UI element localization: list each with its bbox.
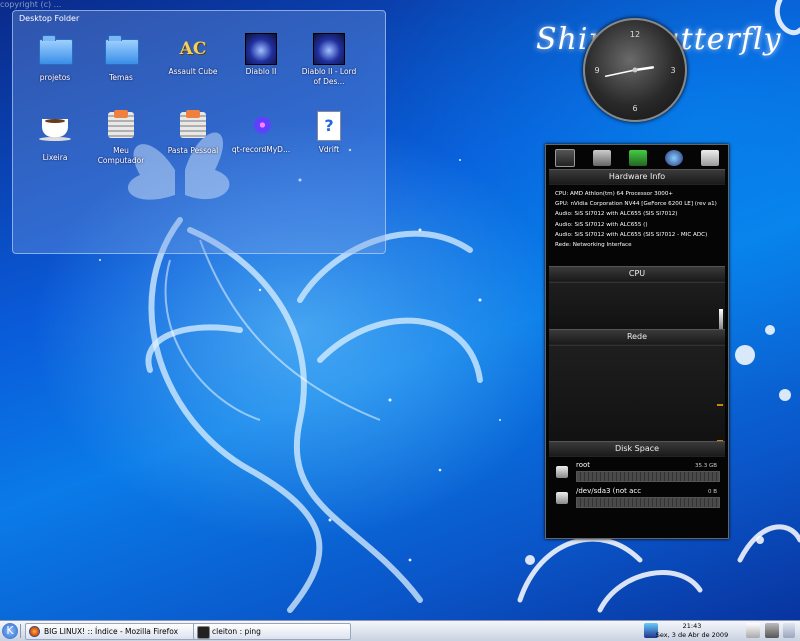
disk-row-sda3[interactable]: /dev/sda3 (not acc 0 B: [549, 485, 725, 511]
hardware-line: GPU: nVidia Corporation NV44 [GeForce 62…: [555, 201, 717, 208]
desktop-icon-meu-computador[interactable]: Meu Computador: [89, 109, 153, 166]
hardware-info-list: CPU: AMD Athlon(tm) 64 Processor 3000+ G…: [549, 185, 725, 254]
disk-icon[interactable]: [701, 150, 719, 166]
task-label: BIG LINUX! :: Índice - Mozilla Firefox: [44, 627, 179, 636]
taskbar-clock[interactable]: 21:43 Sex, 3 de Abr de 2009: [643, 622, 741, 640]
globe-icon[interactable]: [665, 150, 683, 166]
device-tray-icon[interactable]: [765, 623, 779, 638]
taskbar-task-firefox[interactable]: BIG LINUX! :: Índice - Mozilla Firefox: [25, 623, 209, 640]
desktop-icon-label: Temas: [109, 73, 133, 82]
diablo-icon: [245, 33, 277, 65]
qt-record-icon: [247, 111, 275, 139]
terminal-icon: [197, 626, 210, 639]
clock-time: 21:43: [682, 622, 702, 630]
kmenu-button[interactable]: K: [2, 623, 18, 639]
clock-numeral-3: 3: [670, 66, 675, 75]
diablo-icon: [313, 33, 345, 65]
desktop-icon-lixeira[interactable]: Lixeira: [23, 109, 87, 163]
folder-icon: [105, 35, 139, 65]
disk-name: root: [576, 461, 591, 469]
clock-face: 12 3 6 9: [594, 30, 675, 113]
hardware-line: Audio: SiS SI7012 with ALC655 (SIS SI701…: [555, 231, 708, 238]
disk-size: 35.3 GB: [694, 463, 717, 469]
desktop-icon-label: projetos: [39, 73, 71, 82]
desktop-icon-assault-cube[interactable]: AC Assault Cube: [161, 33, 225, 77]
hardware-line: Rede: Networking Interface: [555, 242, 632, 249]
folder-icon: [39, 35, 73, 65]
disk-space-header: Disk Space: [549, 441, 725, 457]
wallpaper-watermark: copyright (c) ...: [0, 0, 62, 9]
hardware-line: Audio: SiS SI7012 with ALC655 (): [555, 221, 648, 228]
desktop-icon-pasta-pessoal[interactable]: Pasta Pessoal: [161, 109, 225, 156]
desktop-icon-label: Lixeira: [42, 153, 68, 162]
firefox-icon: [29, 626, 40, 637]
trash-cup-icon: [39, 119, 71, 141]
clock-date: Sex, 3 de Abr de 2009: [655, 631, 729, 639]
disk-row-root[interactable]: root 35.3 GB: [549, 459, 725, 485]
show-desktop-icon[interactable]: [783, 623, 795, 638]
desktop-icon-label: Diablo II - Lord of Des...: [301, 67, 357, 86]
clock-hour-hand: [633, 66, 655, 72]
desktop-folder[interactable]: Desktop Folder projetos Temas AC Assault…: [12, 10, 386, 254]
desktop-icon-label: Meu Computador: [97, 146, 145, 165]
desktop-icon-qt-record[interactable]: qt-recordMyD...: [229, 109, 293, 155]
network-icon[interactable]: [629, 150, 647, 166]
cpu-icon[interactable]: [555, 149, 575, 167]
drive-icon: [556, 466, 568, 478]
taskbar-divider: [20, 624, 21, 638]
memory-icon[interactable]: [593, 150, 611, 166]
clock-numeral-12: 12: [630, 30, 640, 39]
disk-usage-bar: [576, 497, 720, 508]
home-folder-icon: [180, 110, 206, 138]
desktop-icon-label: Vdrift: [318, 145, 340, 154]
desktop-icon-temas[interactable]: Temas: [89, 33, 153, 83]
hardware-line: Audio: SiS SI7012 with ALC655 (SIS SI701…: [555, 211, 678, 218]
document-icon: ?: [317, 111, 341, 141]
clock-numeral-6: 6: [632, 104, 637, 113]
hardware-info-section: Hardware Info CPU: AMD Athlon(tm) 64 Pro…: [549, 169, 725, 254]
disk-name: /dev/sda3 (not acc: [576, 487, 642, 495]
cpu-graph: [549, 282, 725, 331]
disk-usage-bar: [576, 471, 720, 482]
cpu-header: CPU: [549, 266, 725, 282]
clock-minute-hand: [604, 69, 636, 77]
network-header: Rede: [549, 329, 725, 345]
network-graph-marker: [717, 404, 723, 406]
desktop-icon-label: Pasta Pessoal: [167, 146, 219, 155]
network-graph: [549, 345, 725, 444]
monitor-toolbar: [546, 145, 728, 171]
taskbar: K BIG LINUX! :: Índice - Mozilla Firefox…: [0, 620, 800, 641]
hardware-info-header: Hardware Info: [549, 169, 725, 185]
desktop-icon-diablo-ii[interactable]: Diablo II: [229, 33, 293, 77]
clock-center: [632, 67, 638, 73]
disk-size: 0 B: [707, 489, 717, 495]
cpu-graph-bar: [719, 309, 723, 329]
task-label: cleiton : ping: [212, 627, 261, 636]
desktop-icon-projetos[interactable]: projetos: [23, 33, 87, 83]
taskbar-task-terminal[interactable]: cleiton : ping: [193, 623, 351, 640]
desktop-icon-label: Diablo II: [245, 67, 277, 76]
analog-clock[interactable]: 12 3 6 9: [583, 18, 687, 122]
clock-numeral-9: 9: [594, 66, 599, 75]
hardware-line: CPU: AMD Athlon(tm) 64 Processor 3000+: [555, 191, 674, 197]
cpu-section: CPU: [549, 266, 725, 331]
desktop-icon-vdrift[interactable]: ? Vdrift: [297, 109, 361, 155]
assault-cube-icon: AC: [179, 39, 207, 59]
disk-space-section: Disk Space root 35.3 GB /dev/sda3 (not a…: [549, 441, 725, 511]
network-section: Rede: [549, 329, 725, 444]
system-monitor: Hardware Info CPU: AMD Athlon(tm) 64 Pro…: [545, 144, 729, 539]
computer-icon: [108, 110, 134, 138]
drive-icon: [556, 492, 568, 504]
trash-tray-icon[interactable]: [746, 623, 760, 638]
desktop-folder-title: Desktop Folder: [19, 14, 80, 23]
desktop-icon-label: qt-recordMyD...: [231, 145, 291, 154]
desktop-icon-label: Assault Cube: [168, 67, 218, 76]
desktop-icon-diablo-lod[interactable]: Diablo II - Lord of Des...: [297, 33, 361, 87]
